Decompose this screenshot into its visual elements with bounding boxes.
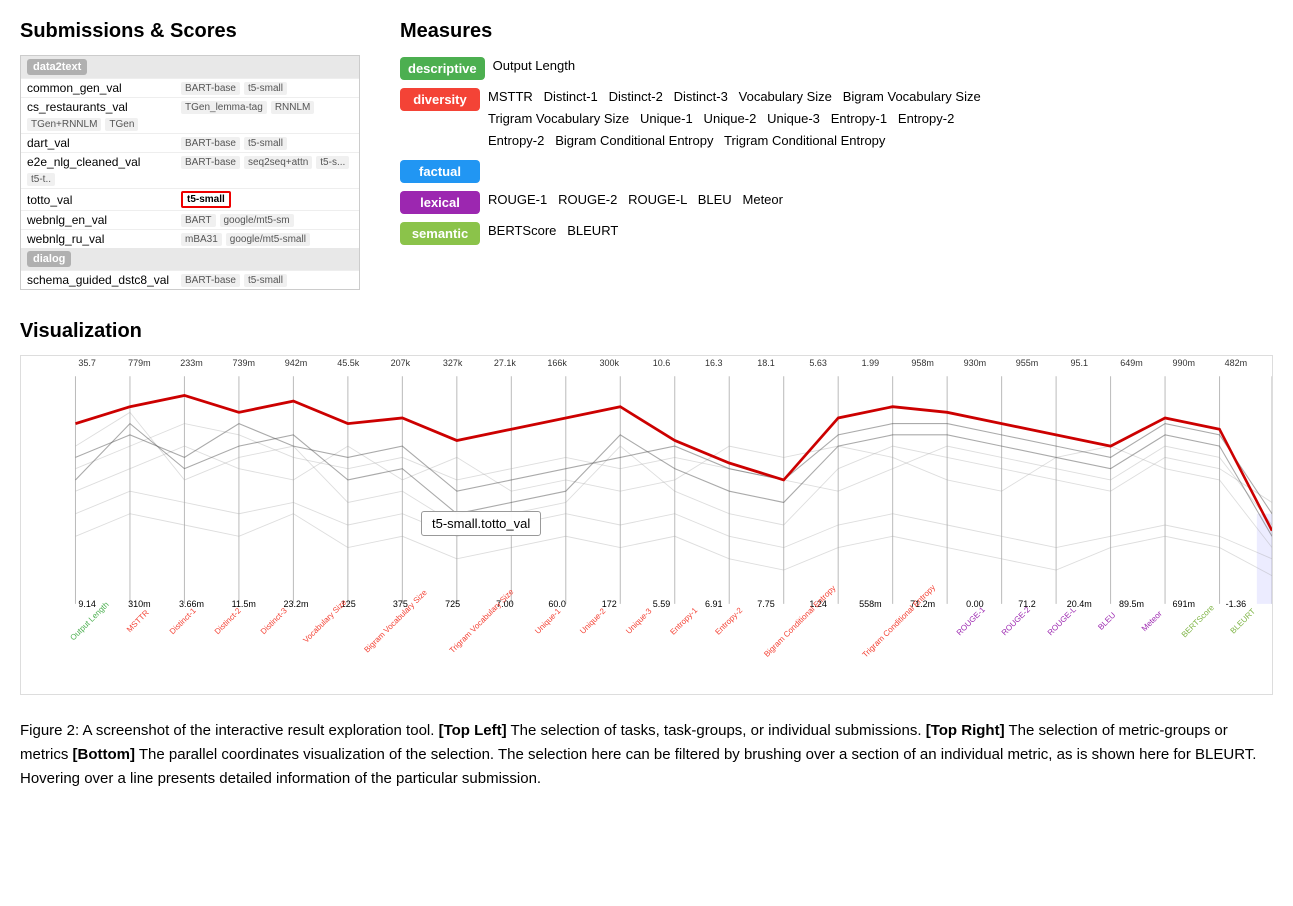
measure-row-descriptive: descriptive Output Length [400, 55, 1273, 80]
table-row[interactable]: dart_val BART-base t5-small [21, 133, 359, 152]
figure-caption: Figure 2: A screenshot of the interactiv… [20, 719, 1273, 791]
group-dialog: dialog [21, 248, 359, 270]
viz-tooltip: t5-small.totto_val [421, 511, 541, 536]
metrics-descriptive: Output Length [493, 55, 1273, 77]
visualization-title: Visualization [20, 320, 1273, 343]
caption-top-right-label: [Top Right] [926, 722, 1005, 739]
viz-container[interactable]: 35.7 779m 233m 739m 942m 45.5k 207k 327k… [20, 355, 1273, 695]
visualization-section: Visualization 35.7 779m 233m 739m 942m 4… [20, 320, 1273, 695]
metrics-semantic: BERTScore BLEURT [488, 220, 1273, 242]
measure-row-diversity: diversity MSTTR Distinct-1 Distinct-2 Di… [400, 86, 1273, 152]
submissions-panel: Submissions & Scores data2text common_ge… [20, 20, 360, 290]
table-row[interactable]: e2e_nlg_cleaned_val BART-base seq2seq+at… [21, 152, 359, 188]
submissions-title: Submissions & Scores [20, 20, 360, 43]
caption-top-left-label: [Top Left] [439, 722, 507, 739]
badge-factual[interactable]: factual [400, 160, 480, 183]
viz-top-labels: 35.7 779m 233m 739m 942m 45.5k 207k 327k… [61, 358, 1262, 368]
measures-grid: descriptive Output Length diversity MSTT… [400, 55, 1273, 245]
table-row[interactable]: webnlg_ru_val mBA31 google/mt5-small [21, 229, 359, 248]
measures-panel: Measures descriptive Output Length diver… [400, 20, 1273, 290]
table-row[interactable]: schema_guided_dstc8_val BART-base t5-sma… [21, 270, 359, 289]
table-row[interactable]: webnlg_en_val BART google/mt5-sm [21, 210, 359, 229]
badge-diversity[interactable]: diversity [400, 88, 480, 111]
caption-bottom-text: The parallel coordinates visualization o… [20, 746, 1256, 787]
caption-intro: A screenshot of the interactive result e… [83, 722, 439, 739]
measures-title: Measures [400, 20, 1273, 43]
measure-row-factual: factual [400, 158, 1273, 183]
caption-top-left-text: The selection of tasks, task-groups, or … [511, 722, 926, 739]
measure-row-semantic: semantic BERTScore BLEURT [400, 220, 1273, 245]
badge-descriptive[interactable]: descriptive [400, 57, 485, 80]
badge-lexical[interactable]: lexical [400, 191, 480, 214]
badge-semantic[interactable]: semantic [400, 222, 480, 245]
table-row[interactable]: common_gen_val BART-base t5-small [21, 78, 359, 97]
group-data2text: data2text [21, 56, 359, 78]
figure-number: Figure 2: [20, 722, 79, 739]
viz-axis-labels: Output Length MSTTR Distinct-1 Distinct-… [61, 614, 1262, 694]
metrics-diversity: MSTTR Distinct-1 Distinct-2 Distinct-3 V… [488, 86, 1273, 152]
measure-row-lexical: lexical ROUGE-1 ROUGE-2 ROUGE-L BLEU Met… [400, 189, 1273, 214]
table-row[interactable]: totto_val t5-small [21, 188, 359, 210]
group-label-dialog[interactable]: dialog [27, 251, 71, 267]
table-row[interactable]: cs_restaurants_val TGen_lemma-tag RNNLM … [21, 97, 359, 133]
group-label-data2text[interactable]: data2text [27, 59, 87, 75]
metrics-lexical: ROUGE-1 ROUGE-2 ROUGE-L BLEU Meteor [488, 189, 1273, 211]
submissions-table: data2text common_gen_val BART-base t5-sm… [20, 55, 360, 290]
caption-bottom-label: [Bottom] [73, 746, 135, 763]
